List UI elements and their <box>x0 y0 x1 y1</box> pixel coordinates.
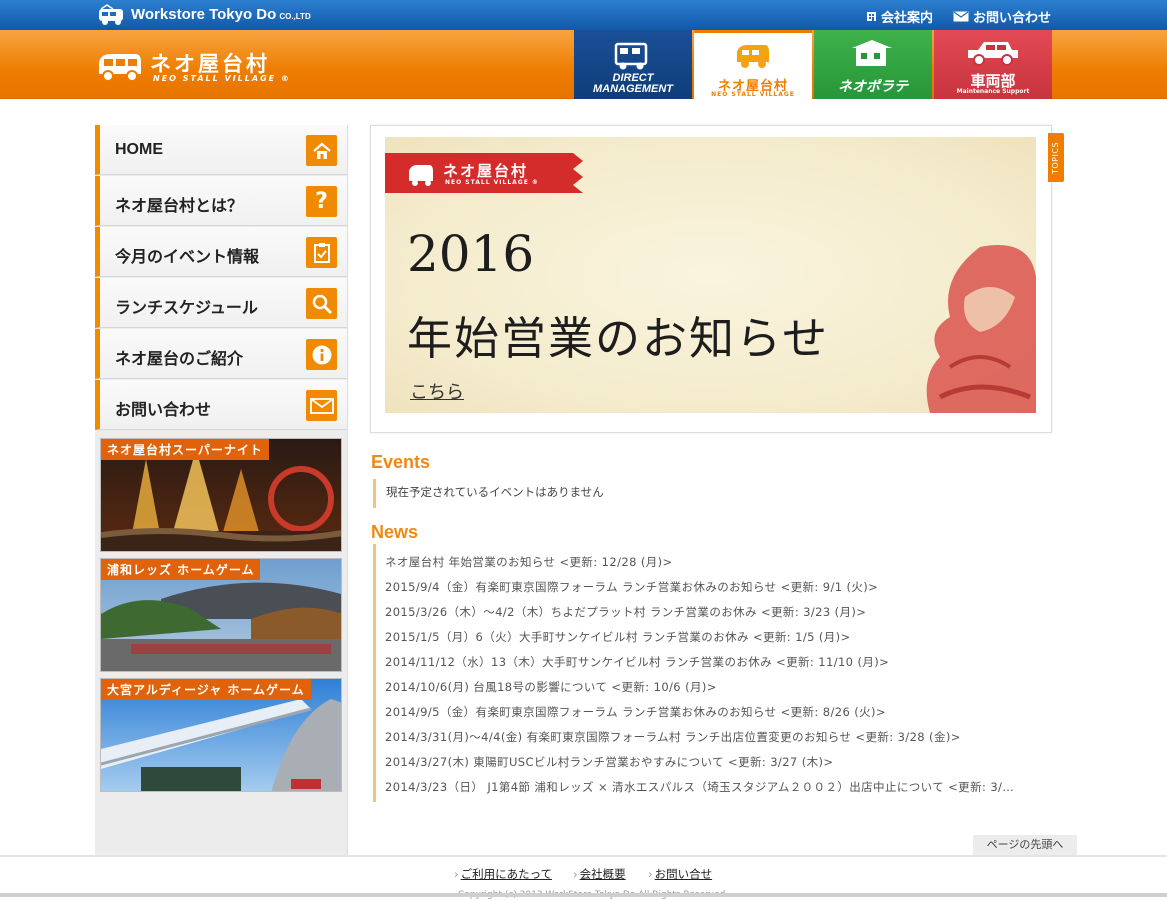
news-item[interactable]: 2014/3/27(木) 東陽町USCビル村ランチ営業おやすみについて <更新:… <box>385 754 1055 770</box>
sidebar-item-lunch-schedule[interactable]: ランチスケジュール <box>95 278 347 328</box>
company-name-text: Workstore Tokyo Do <box>131 6 277 23</box>
sidebar-item-label: ネオ屋台村とは？ <box>115 196 244 215</box>
contact-label: お問い合わせ <box>973 11 1052 26</box>
company-info-label: 会社案内 <box>881 11 934 26</box>
page-top-button[interactable]: ページの先頭へ <box>973 835 1077 855</box>
topics-tab-label: TOPICS <box>1051 141 1060 174</box>
promo-urawa-reds[interactable]: 浦和レッズ ホームゲーム <box>100 558 342 672</box>
contact-link[interactable]: お問い合わせ <box>953 7 1051 26</box>
news-item[interactable]: 2014/3/23（日） J1第4節 浦和レッズ × 清水エスパルス（埼玉スタジ… <box>385 779 1055 795</box>
food-truck-icon <box>737 45 769 68</box>
tab-direct-label-2: MANAGEMENT <box>592 83 674 95</box>
mail-icon <box>953 11 969 22</box>
sidebar-item-contact[interactable]: お問い合わせ <box>95 380 347 430</box>
news-item[interactable]: 2015/9/4（金）有楽町東京国際フォーラム ランチ営業お休みのお知らせ <更… <box>385 579 1055 595</box>
topics-tab[interactable]: TOPICS <box>1048 133 1064 182</box>
tab-neopora[interactable]: ネオポラテ <box>814 30 932 99</box>
building-icon <box>867 12 876 21</box>
brand-name-en: NEO STALL VILLAGE ® <box>153 74 291 83</box>
news-list: ネオ屋台村 年始営業のお知らせ <更新: 12/28 (月)> 2015/9/4… <box>373 544 1063 802</box>
sidebar-item-label: お問い合わせ <box>115 400 212 419</box>
promo-omiya-ardija[interactable]: 大宮アルディージャ ホームゲーム <box>100 678 342 792</box>
footer-link-company[interactable]: 会社概要 <box>573 866 626 882</box>
sidebar: HOME ネオ屋台村とは？ ? 今月のイベント情報 ランチスケジュール ネオ屋台… <box>95 125 348 855</box>
news-item[interactable]: 2014/10/6(月) 台風18号の影響について <更新: 10/6 (月)> <box>385 679 1055 695</box>
sidebar-item-events[interactable]: 今月のイベント情報 <box>95 227 347 277</box>
topics-banner[interactable]: ネオ屋台村 NEO STALL VILLAGE ® 2016 年始営業のお知らせ… <box>385 137 1036 413</box>
jeep-icon <box>968 42 1018 66</box>
sidebar-item-label: 今月のイベント情報 <box>115 247 260 266</box>
info-icon <box>306 339 337 370</box>
sidebar-item-label: HOME <box>115 141 163 158</box>
promo-title: 浦和レッズ ホームゲーム <box>101 559 261 580</box>
sidebar-item-home[interactable]: HOME <box>95 125 347 175</box>
company-suffix: CO.,LTD <box>279 12 311 21</box>
sidebar-item-introduction[interactable]: ネオ屋台のご紹介 <box>95 329 347 379</box>
banner-headline: 年始営業のお知らせ <box>407 312 830 365</box>
news-item[interactable]: 2014/3/31(月)～4/4(金) 有楽町東京国際フォーラム村 ランチ出店位… <box>385 729 1055 745</box>
tab-neo-stall-village[interactable]: ネオ屋台村 NEO STALL VILLAGE <box>694 30 812 99</box>
news-item[interactable]: ネオ屋台村 年始営業のお知らせ <更新: 12/28 (月)> <box>385 554 1055 570</box>
sidebar-item-label: ネオ屋台のご紹介 <box>115 349 244 368</box>
food-truck-logo-icon <box>99 54 141 82</box>
footer-link-terms[interactable]: ご利用にあたって <box>454 866 552 882</box>
tab-vehicle-dept[interactable]: 車両部 Maintenance Support <box>934 30 1052 99</box>
stall-icon <box>852 40 892 66</box>
tab-vehicle-sublabel: Maintenance Support <box>956 88 1030 95</box>
promo-super-night[interactable]: ネオ屋台村スーパーナイト <box>100 438 342 552</box>
promo-title: ネオ屋台村スーパーナイト <box>101 439 269 460</box>
events-list: 現在予定されているイベントはありません <box>373 479 773 508</box>
news-heading: News <box>371 522 419 542</box>
ribbon-brand-en: NEO STALL VILLAGE ® <box>445 179 539 186</box>
bottom-border <box>0 893 1167 897</box>
events-heading: Events <box>371 452 431 472</box>
top-bar: Workstore Tokyo Do CO.,LTD 会社案内 お問い合わせ <box>0 0 1167 30</box>
sidebar-item-about[interactable]: ネオ屋台村とは？ ? <box>95 176 347 226</box>
mail-icon <box>306 390 337 421</box>
banner-year: 2016 <box>407 225 535 283</box>
tab-neopora-label: ネオポラテ <box>838 79 908 95</box>
clipboard-icon <box>306 237 337 268</box>
question-icon: ? <box>306 186 337 217</box>
company-name[interactable]: Workstore Tokyo Do CO.,LTD <box>131 6 311 23</box>
promo-title: 大宮アルディージャ ホームゲーム <box>101 679 311 700</box>
news-item[interactable]: 2015/1/5（月）6（火）大手町サンケイビル村 ランチ営業のお休み <更新:… <box>385 629 1055 645</box>
sidebar-item-label: ランチスケジュール <box>115 298 258 317</box>
news-item[interactable]: 2014/9/5（金）有楽町東京国際フォーラム ランチ営業お休みのお知らせ <更… <box>385 704 1055 720</box>
search-icon <box>306 288 337 319</box>
home-icon <box>306 135 337 166</box>
company-info-link[interactable]: 会社案内 <box>866 7 933 26</box>
monkey-illustration <box>926 245 1036 413</box>
tab-direct-management[interactable]: DIRECT MANAGEMENT <box>574 30 692 99</box>
news-item[interactable]: 2014/11/12（水）13（木）大手町サンケイビル村 ランチ営業のお休み <… <box>385 654 1055 670</box>
company-logo-icon <box>99 4 123 25</box>
site-logo[interactable]: ネオ屋台村 NEO STALL VILLAGE ® <box>95 48 340 88</box>
tab-neostall-sublabel: NEO STALL VILLAGE <box>711 91 795 98</box>
ribbon-brand-jp: ネオ屋台村 <box>443 162 529 180</box>
footer-link-contact[interactable]: お問い合せ <box>648 866 713 882</box>
events-empty-message: 現在予定されているイベントはありません <box>386 485 604 499</box>
truck-icon <box>614 42 648 70</box>
banner-more-link[interactable]: こちら <box>410 378 464 404</box>
news-item[interactable]: 2015/3/26（木）～4/2（木）ちよだプラット村 ランチ営業のお休み <更… <box>385 604 1055 620</box>
